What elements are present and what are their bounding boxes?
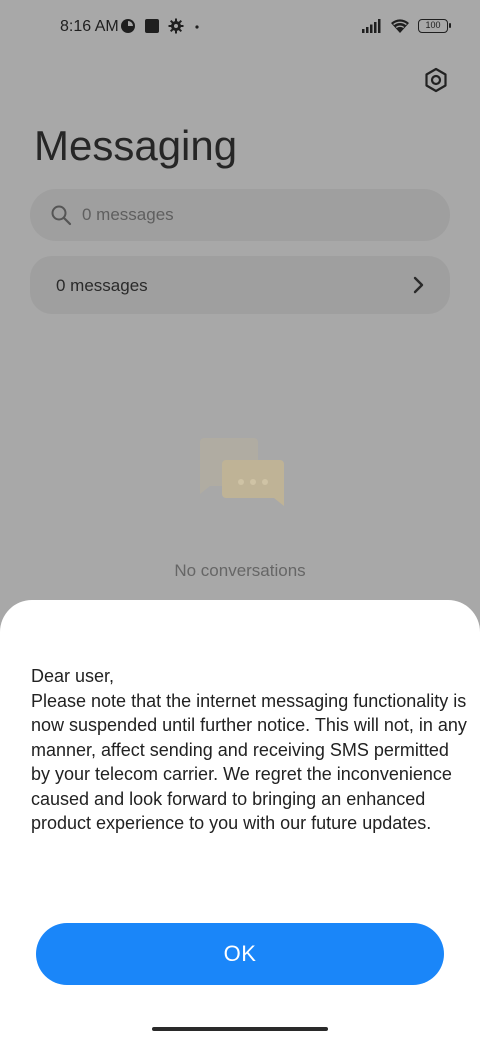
status-left-icons [120,18,202,34]
status-time: 8:16 AM [60,18,119,35]
page-title: Messaging [34,122,238,169]
dot-icon [195,25,199,29]
messages-row[interactable]: 0 messages [30,256,450,314]
messages-row-label: 0 messages [56,276,148,295]
settings-button[interactable] [420,64,452,96]
settings-icon [425,67,447,93]
search-icon [51,205,72,226]
chevron-right-icon [413,276,424,294]
ok-button[interactable]: OK [36,923,444,985]
wifi-icon [391,19,409,33]
timer-icon [121,19,135,33]
dialog-message: Dear user, Please note that the internet… [31,664,467,836]
status-right-icons: 100 [362,18,451,34]
battery-icon: 100 [418,19,451,33]
dialog-greeting: Dear user, [31,666,115,686]
signal-icon [362,19,381,33]
search-input[interactable] [82,189,422,241]
status-bar: 8:16 AM 100 [0,0,480,56]
gear-icon [168,18,184,34]
empty-state-text: No conversations [174,561,306,580]
chat-bubbles-icon [200,438,284,506]
home-indicator[interactable] [152,1027,328,1031]
search-bar[interactable] [30,189,450,241]
dialog-body: Please note that the internet messaging … [31,690,467,834]
notice-dialog: Dear user, Please note that the internet… [0,600,480,1040]
square-icon [145,19,159,33]
